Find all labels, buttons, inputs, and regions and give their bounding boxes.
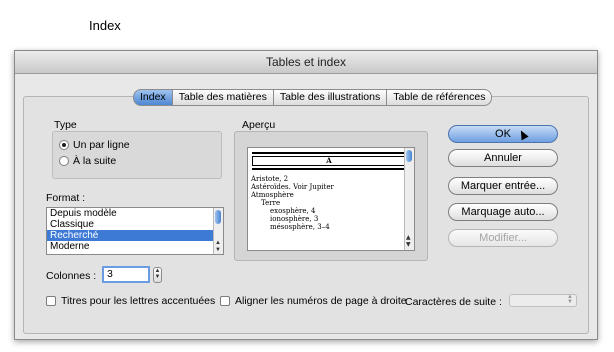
tables-et-index-dialog: Tables et index Index Table des matières… — [14, 50, 598, 340]
align-page-numbers-checkbox[interactable]: Aligner les numéros de page à droite — [220, 295, 407, 307]
radio-unselected-indicator — [59, 156, 69, 166]
scroll-thumb[interactable] — [215, 210, 221, 224]
preview-line: Astéroïdes. Voir Jupiter — [251, 183, 334, 191]
checkbox-label: Titres pour les lettres accentuées — [61, 295, 216, 307]
preview-line: Terre — [261, 199, 281, 207]
scroll-up-arrow-icon[interactable]: ▲ — [215, 240, 221, 246]
tab-table-des-illustrations[interactable]: Table des illustrations — [273, 89, 388, 106]
preview-line: exosphère, 4 — [270, 207, 316, 215]
type-label: Type — [54, 119, 77, 131]
list-item[interactable]: Moderne — [47, 241, 223, 252]
radio-label: Un par ligne — [73, 139, 130, 151]
titles-accented-checkbox[interactable]: Titres pour les lettres accentuées — [46, 295, 215, 307]
tab-table-de-references[interactable]: Table de références — [387, 89, 493, 106]
tab-leader-label: Caractères de suite : — [405, 296, 502, 308]
list-item[interactable]: Depuis modèle — [47, 208, 223, 219]
page-caption: Index — [89, 18, 121, 33]
radio-un-par-ligne[interactable]: Un par ligne — [59, 139, 130, 151]
tab-leader-popup: ▲ ▼ — [509, 294, 577, 307]
list-item-selected[interactable]: Recherché — [47, 230, 223, 241]
preview-line: mésosphère, 3–4 — [270, 223, 330, 231]
columns-label: Colonnes : — [46, 270, 97, 282]
preview-scrollbar[interactable]: ▲ ▼ — [404, 148, 414, 250]
columns-input[interactable]: 3 — [102, 266, 150, 283]
preview-line: Atmosphère — [251, 191, 294, 199]
radio-a-la-suite[interactable]: À la suite — [59, 155, 116, 167]
mark-entry-button[interactable]: Marquer entrée... — [448, 177, 558, 195]
scroll-down-arrow-icon[interactable]: ▼ — [215, 247, 221, 253]
format-scrollbar[interactable]: ▲ ▼ — [213, 208, 223, 254]
ok-button[interactable]: OK — [448, 125, 558, 143]
preview-bottom-rule — [252, 168, 406, 170]
checkbox-box[interactable] — [220, 296, 230, 306]
preview-page: A Aristote, 2 Astéroïdes. Voir Jupiter A… — [247, 147, 415, 251]
tab-bar: Index Table des matières Table des illus… — [133, 89, 493, 106]
format-label: Format : — [46, 192, 86, 204]
radio-label: À la suite — [73, 155, 117, 167]
radio-selected-indicator — [59, 140, 69, 150]
preview-letter-header: A — [252, 156, 406, 166]
tab-table-des-matieres[interactable]: Table des matières — [172, 89, 274, 106]
scroll-down-arrow-icon[interactable]: ▼ — [406, 242, 411, 248]
checkbox-label: Aligner les numéros de page à droite — [235, 295, 407, 307]
preview-line: ionosphère, 3 — [270, 215, 319, 223]
cancel-button[interactable]: Annuler — [448, 149, 558, 167]
index-panel: Type Un par ligne À la suite Format : De… — [23, 96, 589, 334]
dialog-title: Tables et index — [15, 51, 597, 74]
checkbox-box[interactable] — [46, 296, 56, 306]
columns-stepper[interactable]: ▲ ▼ — [153, 267, 162, 283]
scroll-thumb[interactable] — [406, 150, 412, 162]
auto-mark-button[interactable]: Marquage auto... — [448, 203, 558, 221]
preview-top-rule — [252, 152, 406, 154]
preview-area: A Aristote, 2 Astéroïdes. Voir Jupiter A… — [234, 131, 428, 261]
preview-line: Aristote, 2 — [251, 175, 289, 183]
format-list[interactable]: Depuis modèle Classique Recherché Modern… — [46, 207, 224, 255]
type-group: Un par ligne À la suite — [52, 131, 222, 179]
preview-label: Aperçu — [242, 119, 276, 131]
list-item[interactable]: Classique — [47, 219, 223, 230]
modify-button: Modifier... — [448, 229, 558, 247]
tab-index[interactable]: Index — [133, 89, 173, 106]
popup-arrows-icon: ▲ ▼ — [567, 294, 573, 305]
